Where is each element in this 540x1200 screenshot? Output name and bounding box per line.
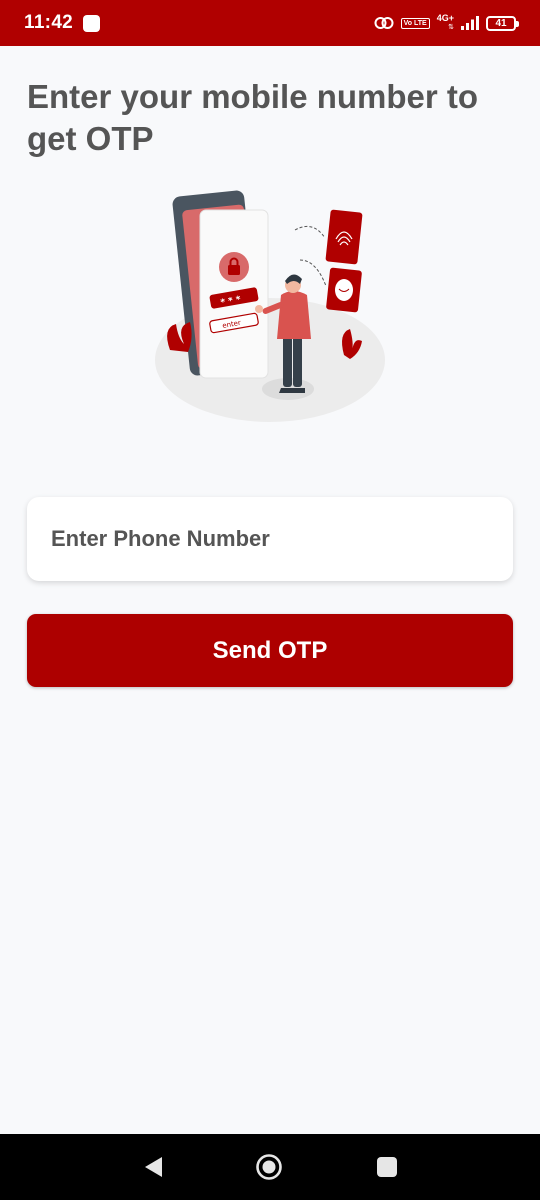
status-time: 11:42 [24,12,74,33]
otp-illustration: * * * enter [155,190,385,422]
page-title: Enter your mobile number to get OTP [27,78,479,157]
navigation-bar [0,1134,540,1200]
signal-icon [461,16,479,30]
volte-badge: Vo LTE [400,17,430,29]
link-icon [374,17,394,29]
send-otp-button[interactable]: Send OTP [27,614,513,687]
home-button[interactable] [255,1153,283,1181]
back-triangle-icon [145,1157,162,1177]
status-bar: 11:42 Vo LTE 4G+ ⇅ 41 [0,0,540,46]
recents-square-icon [377,1157,397,1177]
data-arrows-icon: ⇅ [448,24,454,31]
phone-number-input[interactable] [51,526,489,552]
home-circle-icon [256,1154,282,1180]
status-icons: Vo LTE 4G+ ⇅ 41 [374,14,519,32]
recents-button[interactable] [375,1155,399,1179]
phone-input-container [27,497,513,581]
network-type: 4G+ [436,13,454,23]
notification-icon [83,14,101,32]
battery-icon: 41 [486,15,519,31]
network-indicator: 4G+ ⇅ [437,14,454,32]
back-button[interactable] [140,1153,166,1181]
